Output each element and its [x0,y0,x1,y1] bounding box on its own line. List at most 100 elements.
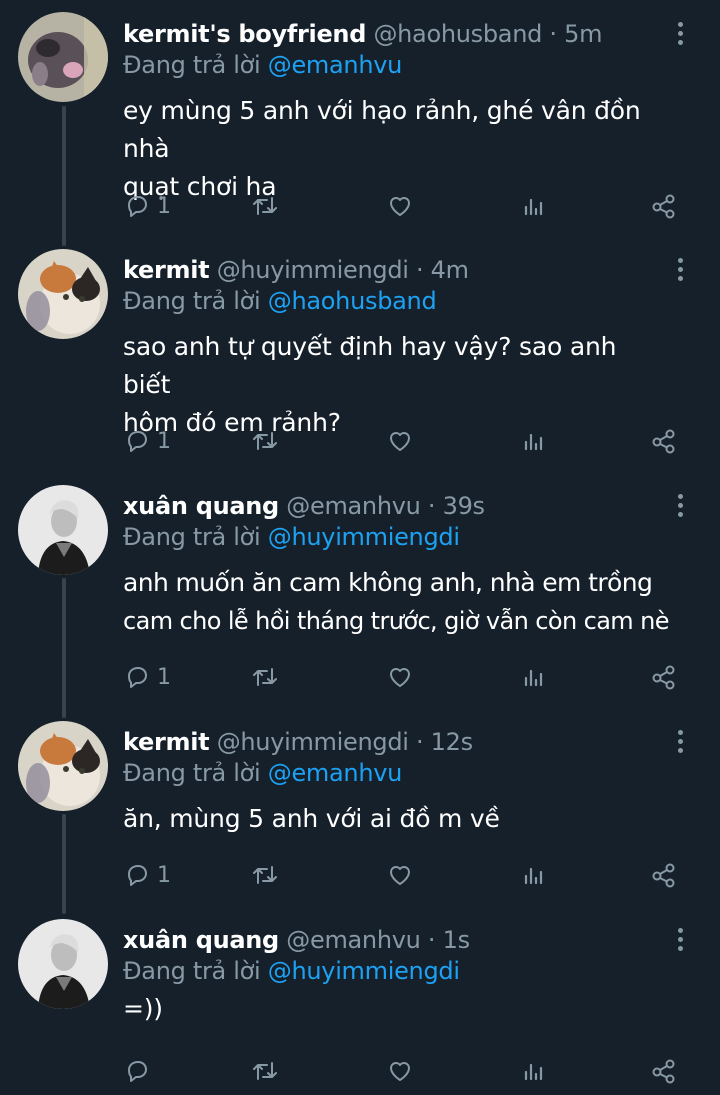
display-name[interactable]: xuân quang [123,492,279,520]
tweet-header: xuân quang @emanhvu · 1s [123,924,660,956]
separator: · [549,20,557,48]
replying-prefix: Đang trả lời [123,51,261,79]
replying-prefix: Đang trả lời [123,287,261,315]
replying-prefix: Đang trả lời [123,759,261,787]
tweet-text-line: anh muốn ăn cam không anh, nhà em trồng [123,568,653,597]
analytics-button[interactable] [520,424,548,458]
like-icon [390,432,410,451]
display-name[interactable]: xuân quang [123,926,279,954]
retweet-icon [253,668,277,686]
replying-handle[interactable]: @emanhvu [268,51,403,79]
replying-handle[interactable]: @haohusband [268,287,437,315]
analytics-icon [524,198,543,216]
analytics-icon [524,669,543,687]
tweet-text-line: ey mùng 5 anh với hạo rảnh, ghé vân đồn … [123,96,641,163]
share-button[interactable] [649,660,679,694]
replying-to: Đang trả lời @huyimmiengdi [123,956,660,986]
retweet-button[interactable] [250,189,280,223]
timestamp[interactable]: 5m [564,20,602,48]
share-button[interactable] [649,1054,679,1088]
tweet-header: xuân quang @emanhvu · 39s [123,490,660,522]
separator: · [415,728,424,756]
replying-handle[interactable]: @huyimmiengdi [268,523,460,551]
reply-thread: kermit's boyfriend @haohusband · 5m Đang… [0,0,720,1095]
analytics-button[interactable] [520,858,548,892]
tweet-actions: 1 [123,189,683,223]
reply-button[interactable]: 1 [123,660,171,694]
display-name[interactable]: kermit's boyfriend [123,20,366,48]
retweet-icon [253,1062,277,1080]
like-icon [390,866,410,885]
replying-handle[interactable]: @huyimmiengdi [268,957,460,985]
replying-prefix: Đang trả lời [123,957,261,985]
tweet-text-line: =)) [123,994,163,1023]
share-button[interactable] [649,858,679,892]
reply-button[interactable] [123,1054,157,1088]
reply-count: 1 [157,193,171,219]
retweet-button[interactable] [250,1054,280,1088]
tweet: kermit @huyimmiengdi · 4m Đang trả lời @… [0,254,720,442]
like-icon [390,1062,410,1081]
reply-button[interactable]: 1 [123,189,171,223]
reply-button[interactable]: 1 [123,858,171,892]
timestamp[interactable]: 4m [431,256,469,284]
tweet-actions: 1 [123,858,683,892]
handle[interactable]: @emanhvu [286,926,421,954]
tweet-header: kermit @huyimmiengdi · 12s [123,726,660,758]
separator: · [415,256,424,284]
analytics-button[interactable] [520,660,548,694]
display-name[interactable]: kermit [123,728,210,756]
replying-to: Đang trả lời @emanhvu [123,50,660,80]
handle[interactable]: @huyimmiengdi [217,728,409,756]
handle[interactable]: @huyimmiengdi [217,256,409,284]
retweet-button[interactable] [250,424,280,458]
reply-icon [128,667,147,688]
tweet-text-line: sao anh tự quyết định hay vậy? sao anh b… [123,332,617,399]
replying-to: Đang trả lời @huyimmiengdi [123,522,660,552]
replying-prefix: Đang trả lời [123,523,261,551]
retweet-icon [253,432,277,450]
replying-to: Đang trả lời @haohusband [123,286,660,316]
handle[interactable]: @emanhvu [286,492,421,520]
reply-count: 1 [157,862,171,888]
like-icon [390,668,410,687]
reply-button[interactable]: 1 [123,424,171,458]
retweet-icon [253,197,277,215]
share-icon [652,429,675,454]
reply-icon [128,196,147,217]
retweet-icon [253,866,277,884]
like-button[interactable] [386,189,414,223]
timestamp[interactable]: 12s [431,728,473,756]
share-button[interactable] [649,424,679,458]
tweet: xuân quang @emanhvu · 39s Đang trả lời @… [0,490,720,640]
tweet: kermit's boyfriend @haohusband · 5m Đang… [0,18,720,206]
retweet-button[interactable] [250,858,280,892]
like-button[interactable] [386,858,414,892]
replying-to: Đang trả lời @emanhvu [123,758,660,788]
share-icon [652,863,675,888]
timestamp[interactable]: 39s [443,492,485,520]
reply-count: 1 [157,428,171,454]
share-icon [652,665,675,690]
like-button[interactable] [386,660,414,694]
display-name[interactable]: kermit [123,256,210,284]
analytics-icon [524,1063,543,1081]
reply-count: 1 [157,664,171,690]
handle[interactable]: @haohusband [373,20,542,48]
tweet-actions [123,1054,683,1088]
separator: · [427,926,436,954]
tweet-header: kermit's boyfriend @haohusband · 5m [123,18,660,50]
like-button[interactable] [386,424,414,458]
replying-handle[interactable]: @emanhvu [268,759,403,787]
tweet-text-line: cam cho lễ hồi tháng trước, giờ vẫn còn … [123,607,669,635]
tweet-text-line: ăn, mùng 5 anh với ai đồ m về [123,804,500,833]
retweet-button[interactable] [250,660,280,694]
tweet-text: anh muốn ăn cam không anh, nhà em trồng … [123,564,669,640]
tweet-text: ăn, mùng 5 anh với ai đồ m về [123,800,660,838]
like-button[interactable] [386,1054,414,1088]
analytics-icon [524,867,543,885]
timestamp[interactable]: 1s [443,926,470,954]
analytics-button[interactable] [520,1054,548,1088]
analytics-button[interactable] [520,189,548,223]
share-button[interactable] [649,189,679,223]
